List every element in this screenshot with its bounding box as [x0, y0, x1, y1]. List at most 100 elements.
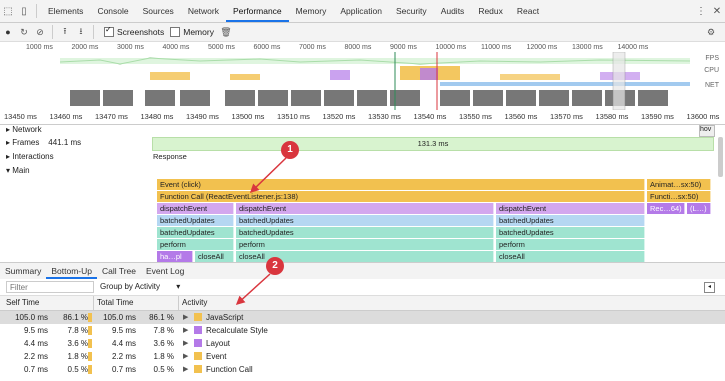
upload-icon[interactable]: ⭱: [57, 24, 73, 40]
flame-batched-updates[interactable]: batchedUpdates: [157, 227, 234, 238]
filter-input[interactable]: [6, 281, 94, 293]
tab-audits[interactable]: Audits: [434, 0, 472, 22]
divider: [36, 4, 37, 18]
network-track-label: Network: [12, 125, 42, 134]
expand-arrow-icon[interactable]: ▶: [183, 350, 188, 363]
overview-tick: 5000 ms: [208, 44, 235, 51]
tab-network[interactable]: Network: [181, 0, 226, 22]
tracks-area: ▸ Network hov ▸ Frames 441.1 ms 131.3 ms…: [0, 125, 725, 262]
network-track-header[interactable]: ▸ Network: [6, 125, 42, 134]
flame-function-call-2[interactable]: Functi…sx:50): [647, 191, 711, 202]
flame-perform[interactable]: perform: [157, 239, 234, 250]
tab-event-log[interactable]: Event Log: [141, 263, 189, 279]
tab-console[interactable]: Console: [90, 0, 135, 22]
table-header: Self Time Total Time Activity: [0, 296, 725, 311]
toggle-sidebar-icon[interactable]: ◂: [704, 282, 715, 293]
self-time-ms: 9.5 ms: [23, 326, 48, 335]
overview-tick: 3000 ms: [117, 44, 144, 51]
tab-bottom-up[interactable]: Bottom-Up: [46, 263, 97, 279]
frame-bar[interactable]: 131.3 ms: [152, 137, 714, 151]
details-tab-bar: Summary Bottom-Up Call Tree Event Log: [0, 262, 725, 280]
activity-name: Event: [206, 352, 227, 361]
main-track-header[interactable]: ▾ Main: [6, 166, 30, 175]
cpu-lane-label: CPU: [704, 67, 719, 74]
expand-arrow-icon[interactable]: ▶: [183, 324, 188, 337]
flame-perform[interactable]: perform: [236, 239, 494, 250]
download-icon[interactable]: ⭳: [73, 24, 89, 40]
flame-batched-updates[interactable]: batchedUpdates: [236, 227, 494, 238]
reload-icon[interactable]: ↻: [16, 27, 32, 38]
tab-sources[interactable]: Sources: [136, 0, 181, 22]
expand-arrow-icon[interactable]: ▶: [183, 311, 188, 324]
divider: [93, 25, 94, 39]
close-icon[interactable]: ✕: [709, 0, 725, 22]
device-toolbar-icon[interactable]: ▯: [16, 0, 32, 22]
expand-arrow-icon[interactable]: ▶: [183, 363, 188, 376]
ruler-tick: 13450 ms: [4, 112, 37, 121]
overview-tick: 8000 ms: [344, 44, 372, 51]
self-time-ms: 0.7 ms: [23, 365, 48, 374]
table-row[interactable]: 9.5 ms 7.8 % 9.5 ms 7.8 % ▶ Recalculate Style: [0, 324, 725, 337]
screenshots-checkbox[interactable]: [104, 25, 114, 37]
time-ruler[interactable]: 13450 ms 13460 ms 13470 ms 13480 ms 13490 ms…: [0, 110, 725, 125]
frames-track-header[interactable]: ▸ Frames 441.1 ms: [6, 138, 81, 147]
tab-performance[interactable]: Performance: [226, 0, 289, 22]
activity-name: JavaScript: [206, 313, 244, 322]
tracks-scrollbar[interactable]: [718, 137, 723, 177]
ruler-tick: 13580 ms: [595, 112, 629, 121]
pct-bar: [88, 326, 92, 335]
interactions-track-header[interactable]: ▸ Interactions: [6, 152, 54, 161]
tab-elements[interactable]: Elements: [41, 0, 90, 22]
flame-event-click[interactable]: Event (click): [157, 179, 645, 190]
tab-call-tree[interactable]: Call Tree: [97, 263, 141, 279]
filter-row: Group by Activity ▾ ◂: [0, 279, 725, 296]
flame-close-all[interactable]: closeAll: [195, 251, 234, 262]
flame-batched-updates[interactable]: batchedUpdates: [236, 215, 494, 226]
ruler-tick: 13470 ms: [95, 112, 128, 121]
tab-summary[interactable]: Summary: [0, 263, 46, 279]
inspect-element-icon[interactable]: ⬚: [0, 0, 16, 22]
table-row[interactable]: 105.0 ms 86.1 % 105.0 ms 86.1 % ▶ JavaScript: [0, 311, 725, 324]
flame-batched-updates[interactable]: batchedUpdates: [496, 227, 645, 238]
table-row[interactable]: 0.7 ms 0.5 % 0.7 ms 0.5 % ▶ Function Call: [0, 363, 725, 376]
main-track-label: Main: [12, 166, 30, 175]
interaction-response[interactable]: Response: [153, 152, 187, 161]
flame-dispatch-event[interactable]: dispatchEvent: [496, 203, 645, 214]
flame-function-call[interactable]: Function Call (ReactEventListener.js:138…: [157, 191, 645, 202]
flame-animation-frame[interactable]: Animat…sx:50): [647, 179, 711, 190]
clear-icon[interactable]: ⊘: [32, 27, 48, 38]
group-by-select[interactable]: Group by Activity ▾: [100, 282, 180, 291]
flame-close-all[interactable]: closeAll: [496, 251, 645, 262]
flame-dispatch-event[interactable]: dispatchEvent: [157, 203, 234, 214]
tab-application[interactable]: Application: [333, 0, 389, 22]
col-activity[interactable]: Activity: [182, 296, 207, 310]
activity-color-swatch: [194, 365, 202, 373]
tab-react[interactable]: React: [510, 0, 546, 22]
timeline-overview[interactable]: 1000 ms 2000 ms 3000 ms 4000 ms 5000 ms 6000 …: [0, 42, 725, 113]
flame-dispatch-event[interactable]: dispatchEvent: [236, 203, 494, 214]
flame-handler[interactable]: ha…pl: [157, 251, 193, 262]
flame-perform[interactable]: perform: [496, 239, 645, 250]
flame-batched-updates[interactable]: batchedUpdates: [157, 215, 234, 226]
tab-memory[interactable]: Memory: [289, 0, 334, 22]
flame-layout[interactable]: (L…): [687, 203, 711, 214]
memory-checkbox[interactable]: [170, 27, 181, 37]
trash-icon[interactable]: 🗑: [218, 27, 234, 38]
fps-lane-label: FPS: [705, 55, 719, 62]
table-row[interactable]: 2.2 ms 1.8 % 2.2 ms 1.8 % ▶ Event: [0, 350, 725, 363]
col-total-time[interactable]: Total Time: [97, 296, 133, 310]
network-request-bar[interactable]: hov: [699, 125, 715, 137]
expand-arrow-icon[interactable]: ▶: [183, 337, 188, 350]
col-self-time[interactable]: Self Time: [6, 296, 39, 310]
table-row[interactable]: 4.4 ms 3.6 % 4.4 ms 3.6 % ▶ Layout: [0, 337, 725, 350]
settings-gear-icon[interactable]: ⚙: [703, 27, 719, 38]
flame-recalc[interactable]: Rec…64): [647, 203, 685, 214]
self-time-pct: 0.5 %: [67, 365, 88, 374]
more-menu-icon[interactable]: ⋮: [693, 0, 709, 22]
tab-security[interactable]: Security: [389, 0, 434, 22]
self-time-pct: 3.6 %: [67, 339, 88, 348]
tab-redux[interactable]: Redux: [471, 0, 510, 22]
total-time-ms: 9.5 ms: [111, 326, 136, 335]
flame-batched-updates[interactable]: batchedUpdates: [496, 215, 645, 226]
record-icon[interactable]: ●: [0, 27, 16, 37]
